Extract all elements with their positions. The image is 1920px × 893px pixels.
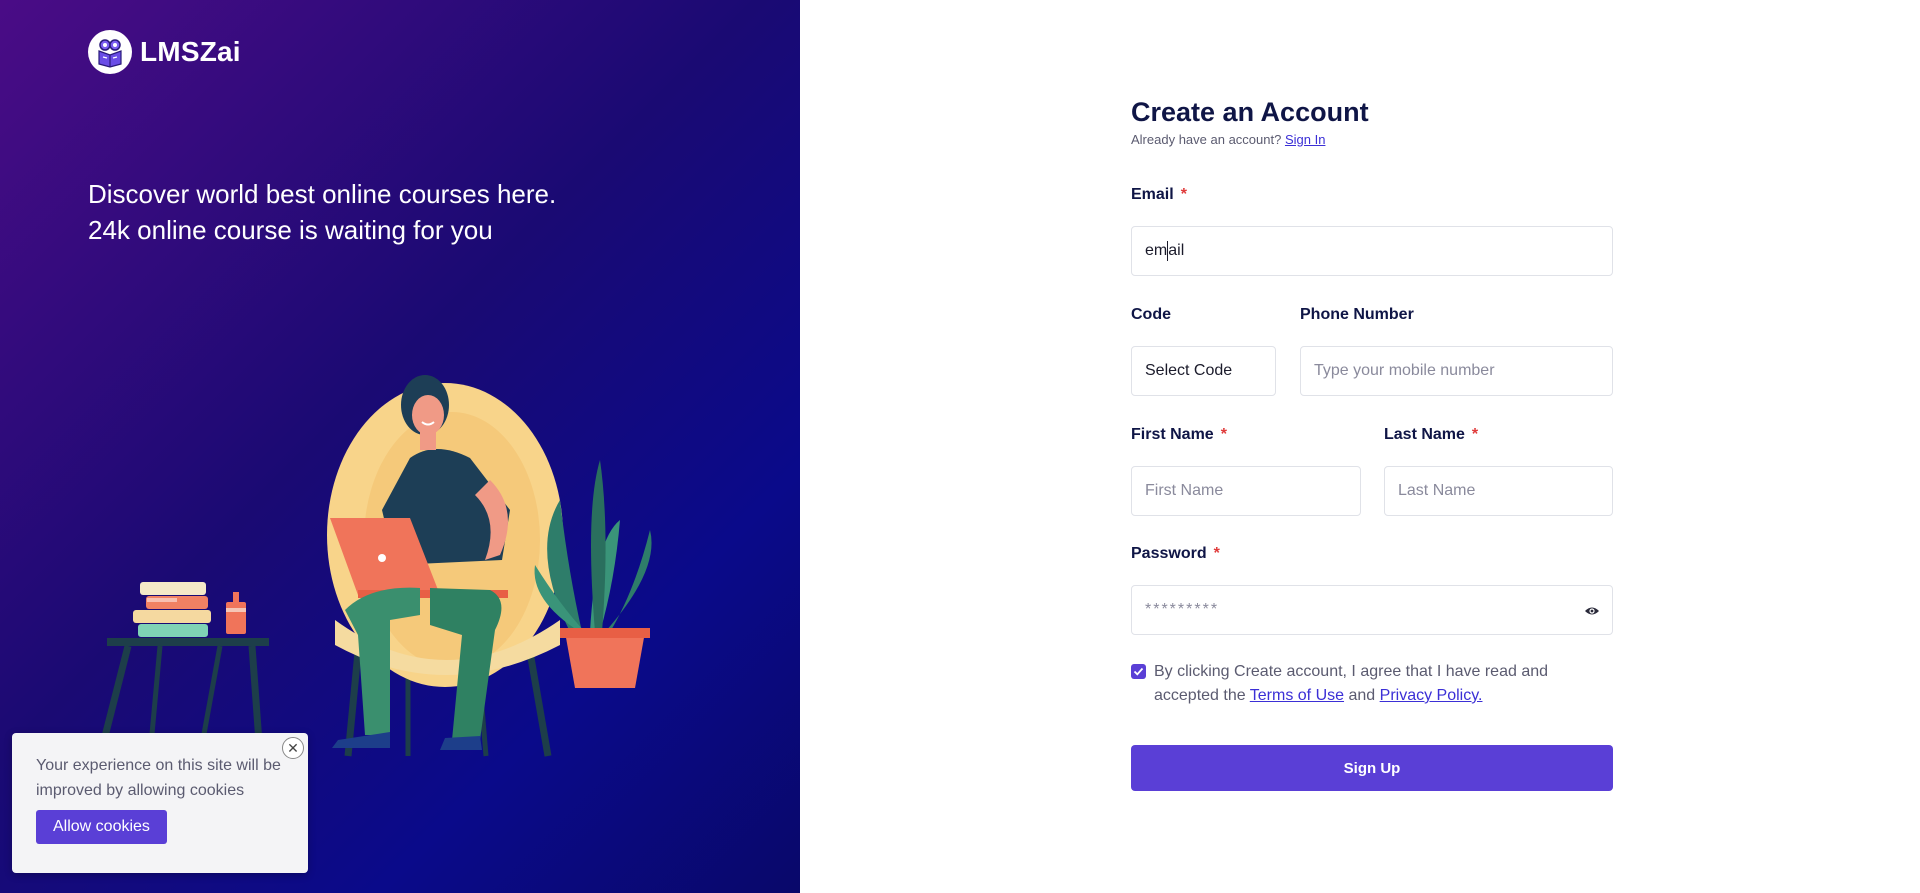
last-name-label-text: Last Name	[1384, 426, 1465, 443]
agreement-row: By clicking Create account, I agree that…	[1131, 660, 1613, 708]
close-icon[interactable]: ✕	[282, 737, 304, 759]
first-name-placeholder: First Name	[1145, 482, 1224, 499]
email-label-text: Email	[1131, 186, 1174, 203]
email-input[interactable]: em ail	[1131, 226, 1613, 276]
password-label-text: Password	[1131, 545, 1207, 562]
password-label: Password *	[1131, 545, 1220, 563]
code-label: Code	[1131, 306, 1171, 324]
agreement-checkbox[interactable]	[1131, 664, 1146, 679]
last-name-label: Last Name *	[1384, 426, 1478, 444]
agreement-and-text: and	[1348, 687, 1376, 704]
sign-in-link[interactable]: Sign In	[1285, 132, 1325, 147]
required-mark: *	[1213, 545, 1220, 562]
required-mark: *	[1220, 426, 1227, 443]
last-name-input[interactable]: Last Name	[1384, 466, 1613, 516]
phone-placeholder: Type your mobile number	[1314, 362, 1495, 379]
cookie-message: Your experience on this site will be imp…	[36, 757, 281, 799]
phone-label-text: Phone Number	[1300, 306, 1414, 323]
email-label: Email *	[1131, 186, 1187, 204]
code-selected-value: Select Code	[1145, 362, 1233, 379]
last-name-placeholder: Last Name	[1398, 482, 1476, 499]
page-title: Create an Account	[1131, 97, 1369, 127]
code-label-text: Code	[1131, 306, 1171, 323]
agreement-text: By clicking Create account, I agree that…	[1154, 660, 1613, 708]
brand[interactable]: LMSZai	[88, 30, 241, 74]
brand-name: LMSZai	[140, 36, 241, 67]
checkmark-icon	[1133, 667, 1144, 676]
hero-panel: LMSZai Discover world best online course…	[0, 0, 800, 893]
allow-cookies-button[interactable]: Allow cookies	[36, 810, 167, 844]
cookie-consent-popup: ✕ Your experience on this site will be i…	[12, 733, 308, 873]
first-name-input[interactable]: First Name	[1131, 466, 1361, 516]
email-value-part1: em	[1145, 242, 1168, 259]
sign-up-button[interactable]: Sign Up	[1131, 745, 1613, 791]
first-name-label-text: First Name	[1131, 426, 1214, 443]
brand-logo-icon	[88, 30, 132, 74]
signup-form: Create an Account Already have an accoun…	[1131, 94, 1613, 791]
tagline-line-1: Discover world best online courses here.	[88, 179, 557, 209]
eye-icon[interactable]	[1584, 603, 1600, 619]
first-name-label: First Name *	[1131, 426, 1227, 444]
tagline-line-2: 24k online course is waiting for you	[88, 215, 493, 245]
phone-label: Phone Number	[1300, 306, 1414, 324]
country-code-select[interactable]: Select Code	[1131, 346, 1276, 396]
student-illustration	[96, 375, 652, 757]
required-mark: *	[1180, 186, 1187, 203]
phone-input[interactable]: Type your mobile number	[1300, 346, 1613, 396]
password-input[interactable]: *********	[1131, 585, 1613, 635]
signin-prompt: Already have an account? Sign In	[1131, 132, 1613, 147]
email-value-part2: ail	[1168, 242, 1185, 259]
hero-tagline: Discover world best online courses here.…	[88, 176, 648, 248]
privacy-policy-link[interactable]: Privacy Policy.	[1380, 687, 1483, 704]
already-text: Already have an account?	[1131, 132, 1282, 147]
required-mark: *	[1471, 426, 1479, 443]
password-masked-value: *********	[1145, 601, 1220, 618]
terms-of-use-link[interactable]: Terms of Use	[1250, 687, 1344, 704]
